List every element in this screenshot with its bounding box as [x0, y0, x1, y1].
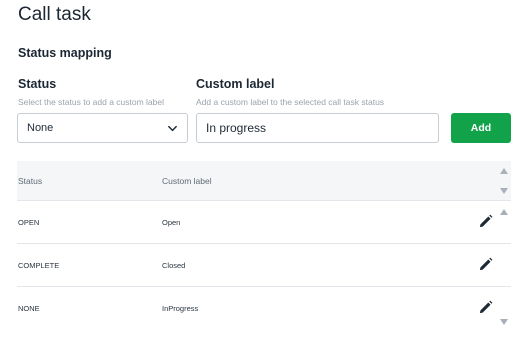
- section-title: Status mapping: [18, 46, 112, 60]
- status-field-help: Select the status to add a custom label: [18, 97, 165, 107]
- add-button[interactable]: Add: [451, 113, 511, 143]
- status-select[interactable]: None: [17, 113, 188, 143]
- chevron-down-icon: [168, 125, 177, 132]
- pencil-icon[interactable]: [478, 257, 493, 272]
- pencil-icon[interactable]: [478, 214, 493, 229]
- column-header-status: Status: [18, 176, 43, 186]
- table-header: Status Custom label: [17, 161, 511, 201]
- custom-label-field-label: Custom label: [196, 77, 275, 91]
- status-field-label: Status: [18, 77, 57, 91]
- table-scroll-down-icon[interactable]: [500, 319, 508, 325]
- status-cell: NONE: [18, 304, 40, 313]
- table-scroll-up-icon[interactable]: [500, 209, 508, 215]
- status-select-value: None: [27, 122, 54, 134]
- status-cell: COMPLETE: [18, 261, 60, 270]
- custom-label-input[interactable]: [196, 113, 439, 143]
- custom-label-cell: Closed: [162, 261, 186, 270]
- custom-label-cell: Open: [162, 218, 181, 227]
- status-mapping-table: Status Custom label OPEN Open COMPLETE C…: [17, 161, 511, 331]
- custom-label-field-help: Add a custom label to the selected call …: [196, 97, 385, 107]
- scroll-down-icon[interactable]: [500, 188, 508, 194]
- custom-label-cell: InProgress: [162, 304, 199, 313]
- column-header-custom-label: Custom label: [162, 176, 212, 186]
- pencil-icon[interactable]: [478, 300, 493, 315]
- call-task-page: Call task Status mapping Status Select t…: [0, 0, 521, 347]
- status-cell: OPEN: [18, 218, 40, 227]
- page-title: Call task: [18, 4, 91, 25]
- scroll-up-icon[interactable]: [500, 168, 508, 174]
- table-row: NONE InProgress: [17, 287, 511, 330]
- table-row: OPEN Open: [17, 201, 511, 244]
- table-row: COMPLETE Closed: [17, 244, 511, 287]
